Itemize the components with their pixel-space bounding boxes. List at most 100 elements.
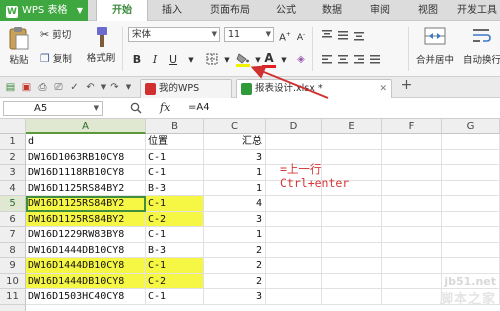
tab-view[interactable]: 视图 — [408, 0, 448, 21]
cell-c3[interactable]: 1 — [204, 165, 266, 181]
new-file-icon[interactable]: ▤ — [4, 81, 17, 94]
empty-cell[interactable] — [322, 258, 382, 274]
empty-cell[interactable] — [382, 211, 442, 227]
font-color-button[interactable]: A — [262, 51, 276, 68]
print-icon[interactable]: ⎙ — [36, 81, 49, 94]
add-tab-button[interactable]: + — [400, 78, 413, 92]
cell-b2[interactable]: C-1 — [146, 149, 204, 165]
cell-b1[interactable]: 位置 — [146, 134, 204, 150]
row-header[interactable]: 11 — [0, 289, 26, 305]
column-header-b[interactable]: B — [146, 119, 204, 134]
decrease-font-icon[interactable]: A- — [294, 28, 308, 43]
empty-cell[interactable] — [266, 134, 322, 150]
empty-cell[interactable] — [322, 227, 382, 243]
font-family-select[interactable]: 宋体 ▼ — [128, 27, 220, 42]
cell-c10[interactable]: 2 — [204, 273, 266, 289]
cell-a3[interactable]: DW16D1118RB10CY8 — [26, 165, 146, 181]
empty-cell[interactable] — [382, 289, 442, 305]
cell-a10[interactable]: DW16D1444DB10CY8 — [26, 273, 146, 289]
align-top-icon[interactable] — [320, 29, 334, 43]
cell-a7[interactable]: DW16D1229RW83BY8 — [26, 227, 146, 243]
empty-cell[interactable] — [266, 196, 322, 212]
cell-a11[interactable]: DW16D1503HC40CY8 — [26, 289, 146, 305]
align-middle-icon[interactable] — [336, 29, 350, 43]
cell-c8[interactable]: 2 — [204, 242, 266, 258]
column-header-c[interactable]: C — [204, 119, 266, 134]
cell-c2[interactable]: 3 — [204, 149, 266, 165]
distribute-icon[interactable] — [368, 53, 382, 67]
cell-c1[interactable]: 汇总 — [204, 134, 266, 150]
tab-report-file[interactable]: 报表设计.xlsx * ✕ — [236, 79, 392, 98]
empty-cell[interactable] — [266, 273, 322, 289]
empty-cell[interactable] — [322, 211, 382, 227]
empty-cell[interactable] — [442, 165, 500, 181]
empty-cell[interactable] — [442, 242, 500, 258]
tab-developer[interactable]: 开发工具 — [452, 0, 500, 21]
empty-cell[interactable] — [382, 196, 442, 212]
row-header[interactable]: 9 — [0, 258, 26, 274]
row-header[interactable]: 4 — [0, 180, 26, 196]
cell-b11[interactable]: C-1 — [146, 289, 204, 305]
cell-b3[interactable]: C-1 — [146, 165, 204, 181]
cell-a9[interactable]: DW16D1444DB10CY8 — [26, 258, 146, 274]
empty-cell[interactable] — [266, 242, 322, 258]
cell-a1[interactable]: d — [26, 134, 146, 150]
empty-cell[interactable] — [322, 289, 382, 305]
cell-a8[interactable]: DW16D1444DB10CY8 — [26, 242, 146, 258]
empty-cell[interactable] — [382, 242, 442, 258]
increase-font-icon[interactable]: A+ — [278, 28, 292, 43]
cut-button[interactable]: ✂ 剪切 — [40, 27, 71, 42]
spreadsheet-grid[interactable]: A B C D E F G 1 d 位置 汇总 2 DW16D1063RB10CY8 C-1… — [0, 119, 500, 311]
tab-home[interactable]: 开始 — [96, 0, 148, 22]
clear-format-icon[interactable]: ◈ — [294, 53, 308, 67]
chevron-down-icon[interactable]: ▼ — [220, 53, 234, 67]
empty-cell[interactable] — [442, 149, 500, 165]
empty-cell[interactable] — [442, 196, 500, 212]
align-bottom-icon[interactable] — [352, 29, 366, 43]
spellcheck-icon[interactable]: ✓ — [68, 81, 81, 94]
row-header[interactable] — [0, 304, 26, 311]
cell-c6[interactable]: 3 — [204, 211, 266, 227]
italic-button[interactable]: I — [148, 53, 162, 67]
cell-b5[interactable]: C-1 — [146, 196, 204, 212]
row-header[interactable]: 7 — [0, 227, 26, 243]
empty-cell[interactable] — [266, 258, 322, 274]
print-preview-icon[interactable]: ⎚ — [52, 81, 65, 94]
empty-cell[interactable] — [382, 227, 442, 243]
align-right-icon[interactable] — [352, 53, 366, 67]
empty-cell[interactable] — [382, 134, 442, 150]
borders-button[interactable] — [205, 53, 219, 67]
app-menu-button[interactable]: W WPS 表格 ▼ — [0, 0, 88, 21]
row-header[interactable]: 6 — [0, 211, 26, 227]
search-icon[interactable] — [130, 102, 142, 114]
cell-a5[interactable]: DW16D1125RS84BY2 — [26, 196, 146, 212]
column-header-f[interactable]: F — [382, 119, 442, 134]
cell-b4[interactable]: B-3 — [146, 180, 204, 196]
bold-button[interactable]: B — [130, 53, 144, 67]
empty-cell[interactable] — [442, 211, 500, 227]
row-header[interactable]: 5 — [0, 196, 26, 212]
chevron-down-icon[interactable]: ▼ — [184, 53, 198, 67]
undo-icon[interactable]: ↶ — [84, 81, 97, 94]
format-painter-button[interactable]: 格式刷 — [84, 25, 118, 64]
cell-b9[interactable]: C-1 — [146, 258, 204, 274]
empty-cell[interactable] — [442, 227, 500, 243]
paste-button[interactable]: 粘贴 — [4, 25, 34, 66]
cell-b7[interactable]: C-1 — [146, 227, 204, 243]
chevron-down-icon[interactable]: ▼ — [122, 81, 135, 94]
tab-insert[interactable]: 插入 — [152, 0, 192, 21]
fill-color-button[interactable] — [236, 52, 250, 67]
empty-cell[interactable] — [382, 180, 442, 196]
empty-cell[interactable] — [266, 211, 322, 227]
cell-a6[interactable]: DW16D1125RS84BY2 — [26, 211, 146, 227]
empty-cell[interactable] — [442, 180, 500, 196]
cell-b8[interactable]: B-3 — [146, 242, 204, 258]
redo-icon[interactable]: ↷ — [108, 81, 121, 94]
select-all-corner[interactable] — [0, 119, 26, 134]
empty-cell[interactable] — [442, 134, 500, 150]
row-header[interactable]: 1 — [0, 134, 26, 150]
row-header[interactable]: 2 — [0, 149, 26, 165]
name-box[interactable]: A5 ▼ — [3, 101, 103, 116]
align-center-icon[interactable] — [336, 53, 350, 67]
close-icon[interactable]: ✕ — [379, 80, 387, 98]
